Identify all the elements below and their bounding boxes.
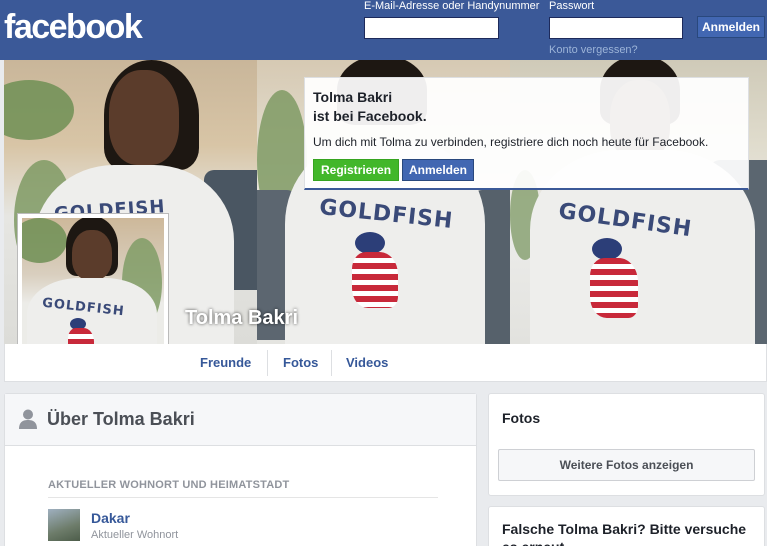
photos-card: Fotos Weitere Fotos anzeigen — [488, 393, 765, 496]
place-thumbnail[interactable] — [48, 509, 80, 541]
join-title: ist bei Facebook. — [313, 108, 427, 124]
about-header: Über Tolma Bakri — [5, 394, 476, 446]
password-label: Passwort — [549, 0, 595, 12]
tab-friends[interactable]: Freunde — [200, 344, 251, 382]
about-title: Über Tolma Bakri — [47, 409, 195, 429]
place-link[interactable]: Dakar — [91, 510, 130, 526]
about-card: Über Tolma Bakri AKTUELLER WOHNORT UND H… — [4, 393, 477, 546]
more-photos-button[interactable]: Weitere Fotos anzeigen — [498, 449, 755, 481]
fake-profile-card: Falsche Tolma Bakri? Bitte versuche es e… — [488, 506, 765, 546]
tab-photos[interactable]: Fotos — [283, 344, 318, 382]
forgot-account-link[interactable]: Konto vergessen? — [549, 44, 638, 56]
card-login-button[interactable]: Anmelden — [402, 159, 475, 181]
facebook-logo[interactable]: facebook — [4, 8, 143, 47]
divider — [48, 497, 438, 498]
register-button[interactable]: Registrieren — [313, 159, 400, 181]
photos-title: Fotos — [502, 410, 541, 426]
fake-profile-title[interactable]: Falsche Tolma Bakri? Bitte versuche es e… — [502, 520, 757, 546]
profile-name[interactable]: Tolma Bakri — [185, 307, 298, 330]
tab-videos[interactable]: Videos — [346, 344, 388, 382]
place-subtitle: Aktueller Wohnort — [91, 529, 179, 541]
password-field[interactable] — [549, 17, 683, 39]
profile-picture[interactable]: GOLDFISH — [17, 213, 169, 365]
email-label: E-Mail-Adresse oder Handynummer — [364, 0, 540, 12]
login-button[interactable]: Anmelden — [697, 16, 765, 38]
profile-tabs: Freunde Fotos Videos — [4, 344, 767, 382]
email-field[interactable] — [364, 17, 499, 39]
join-description: Um dich mit Tolma zu verbinden, registri… — [313, 135, 709, 149]
join-name: Tolma Bakri — [313, 89, 393, 105]
residence-section-label: AKTUELLER WOHNORT UND HEIMATSTADT — [48, 479, 290, 491]
person-icon — [19, 409, 37, 429]
join-facebook-card: Tolma Bakri ist bei Facebook. Um dich mi… — [304, 77, 749, 190]
top-bar: facebook E-Mail-Adresse oder Handynummer… — [0, 0, 767, 60]
